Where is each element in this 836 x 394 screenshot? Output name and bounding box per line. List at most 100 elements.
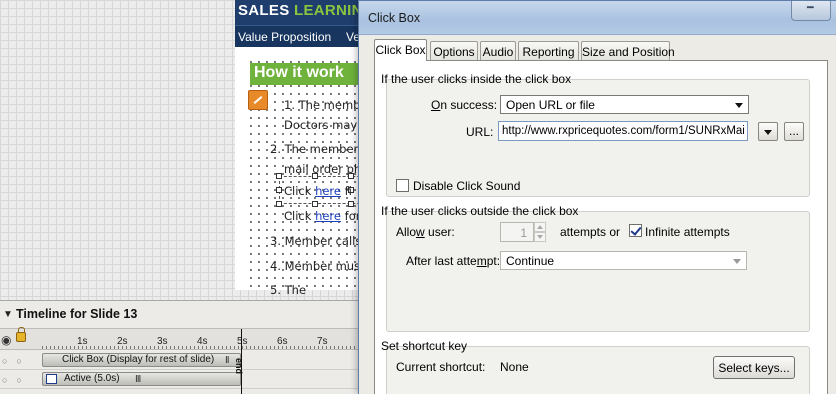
close-button[interactable]: ━ <box>791 1 831 21</box>
slide-header: SALES LEARNIN <box>235 0 370 25</box>
slide-link-line: Click here fi <box>284 184 352 198</box>
tab-size-and-position[interactable]: Size and Position <box>581 41 675 60</box>
collapse-triangle-icon[interactable]: ▼ <box>3 309 13 320</box>
ruler-tick-label: 2s <box>117 336 128 347</box>
shortcut-group-title: Set shortcut key <box>381 339 468 353</box>
disable-click-sound-label[interactable]: Disable Click Sound <box>413 179 520 193</box>
url-dropdown-button[interactable] <box>758 122 778 141</box>
url-label: URL: <box>466 125 494 139</box>
row-visibility-dots[interactable]: ○○ <box>2 375 31 385</box>
mnemonic: m <box>476 254 487 268</box>
bar-grip[interactable]: III <box>135 374 141 385</box>
tab-label: Reporting <box>522 45 575 59</box>
current-shortcut-label: Current shortcut: <box>396 360 486 374</box>
timeline-bar-label: Active (5.0s) <box>64 373 120 384</box>
resize-handle[interactable] <box>312 201 318 207</box>
mnemonic: O <box>431 98 441 112</box>
nav-item-value-proposition: Value Proposition <box>238 30 332 44</box>
disable-click-sound-checkbox[interactable] <box>396 179 409 192</box>
dropdown-arrow-icon <box>764 130 772 135</box>
ruler-tick-label: 1s <box>77 336 88 347</box>
brand-left: SALES <box>238 2 290 19</box>
infinite-attempts-checkbox[interactable] <box>629 224 642 237</box>
chevron-down-icon <box>731 255 743 267</box>
resize-handle[interactable] <box>348 173 354 179</box>
how-it-works-banner: How it work <box>250 63 370 85</box>
pencil-icon <box>248 90 268 110</box>
ruler-tick-label: 7s <box>317 336 328 347</box>
tab-label: Audio <box>482 45 514 59</box>
allow-user-label: Allow user: <box>396 225 455 239</box>
current-shortcut-value: None <box>500 360 529 374</box>
label-post: user: <box>424 225 455 239</box>
tab-audio[interactable]: Audio <box>480 41 516 60</box>
select-keys-label: Select keys... <box>718 361 790 375</box>
slide-text-line: 2. The member <box>270 142 359 156</box>
lock-icon[interactable] <box>16 327 26 342</box>
after-last-attempt-label: After last attempt: <box>406 254 500 268</box>
browse-label: ... <box>788 124 799 138</box>
close-icon: ━ <box>807 2 814 14</box>
click-text: Click <box>284 184 316 198</box>
timeline-bar-label: Click Box (Display for rest of slide) <box>62 354 215 365</box>
ruler-tick-label: 4s <box>197 336 208 347</box>
bar-grip[interactable]: II <box>225 355 229 366</box>
attempts-spinner[interactable]: 1 <box>500 222 534 242</box>
tab-label: Options <box>433 45 475 59</box>
url-value: http://www.rxpricequotes.com/form1/SUNRx… <box>502 125 745 137</box>
on-success-select[interactable]: Open URL or file <box>500 95 749 114</box>
brand-right: LEARNIN <box>293 2 363 19</box>
slide-link-line: Click here for <box>284 209 360 223</box>
attempts-spinner-buttons[interactable] <box>534 222 546 242</box>
timeline-title: Timeline for Slide 13 <box>16 307 138 321</box>
tab-options[interactable]: Options <box>430 41 478 60</box>
tab-reporting[interactable]: Reporting <box>518 41 579 60</box>
tab-panel-click-box: If the user clicks inside the click box … <box>374 60 828 394</box>
timeline-row[interactable]: ○○ Active (5.0s) III <box>0 371 370 389</box>
resize-handle[interactable] <box>348 201 354 207</box>
select-value: Open URL or file <box>506 98 595 112</box>
slide-text-line: 4. Member must <box>270 259 365 273</box>
here-link[interactable]: here <box>315 184 341 198</box>
ruler-tick-label: 5s <box>237 336 248 347</box>
row-visibility-dots[interactable]: ○○ <box>2 356 31 366</box>
dialog-titlebar[interactable]: Click Box ━ <box>359 1 836 35</box>
resize-handle[interactable] <box>276 173 282 179</box>
end-marker-label: end <box>234 358 244 375</box>
here-link[interactable]: here <box>315 209 341 223</box>
click-text: Click <box>284 209 316 223</box>
select-value: Continue <box>506 254 555 268</box>
resize-handle[interactable] <box>276 201 282 207</box>
inside-group-title: If the user clicks inside the click box <box>381 72 572 86</box>
select-keys-button[interactable]: Select keys... <box>713 356 795 379</box>
tab-label: Size and Position <box>582 45 675 59</box>
slide-text-line: 3. Member calls <box>270 234 362 248</box>
label-post: pt: <box>486 254 501 268</box>
eye-icon[interactable]: ◉ <box>1 333 11 347</box>
attempts-label: attempts or <box>560 225 621 239</box>
brand-logo: SALES LEARNIN <box>238 2 363 19</box>
slide-nav: Value Proposition Ve <box>235 25 370 47</box>
click-box-dialog: Click Box ━ Click Box Options Audio Repo… <box>358 0 836 394</box>
resize-handle[interactable] <box>276 187 282 193</box>
spin-down-icon[interactable] <box>534 232 546 242</box>
resize-handle[interactable] <box>312 173 318 179</box>
label-rest: n success: <box>440 98 498 112</box>
label-pre: After last atte <box>406 254 477 268</box>
slide-text-line: Doctors may <box>284 118 358 132</box>
banner-title: How it work <box>254 64 344 81</box>
tab-click-box[interactable]: Click Box <box>374 39 427 61</box>
url-input[interactable]: http://www.rxpricequotes.com/form1/SUNRx… <box>498 121 748 141</box>
infinite-attempts-label[interactable]: Infinite attempts <box>645 225 730 239</box>
after-last-attempt-select[interactable]: Continue <box>500 251 747 270</box>
timeline-row[interactable]: ○○ Click Box (Display for rest of slide)… <box>0 352 370 370</box>
attempts-value: 1 <box>520 226 527 240</box>
mnemonic: w <box>416 225 425 239</box>
timeline-bar-click-box[interactable]: Click Box (Display for rest of slide) II <box>42 353 241 367</box>
checkbox-icon <box>46 374 57 384</box>
timeline-bar-active[interactable]: Active (5.0s) III <box>42 372 241 386</box>
trailing-text: fi <box>340 184 352 198</box>
label-pre: Allo <box>396 225 417 239</box>
browse-button[interactable]: ... <box>784 122 804 141</box>
spin-up-icon[interactable] <box>534 222 546 232</box>
